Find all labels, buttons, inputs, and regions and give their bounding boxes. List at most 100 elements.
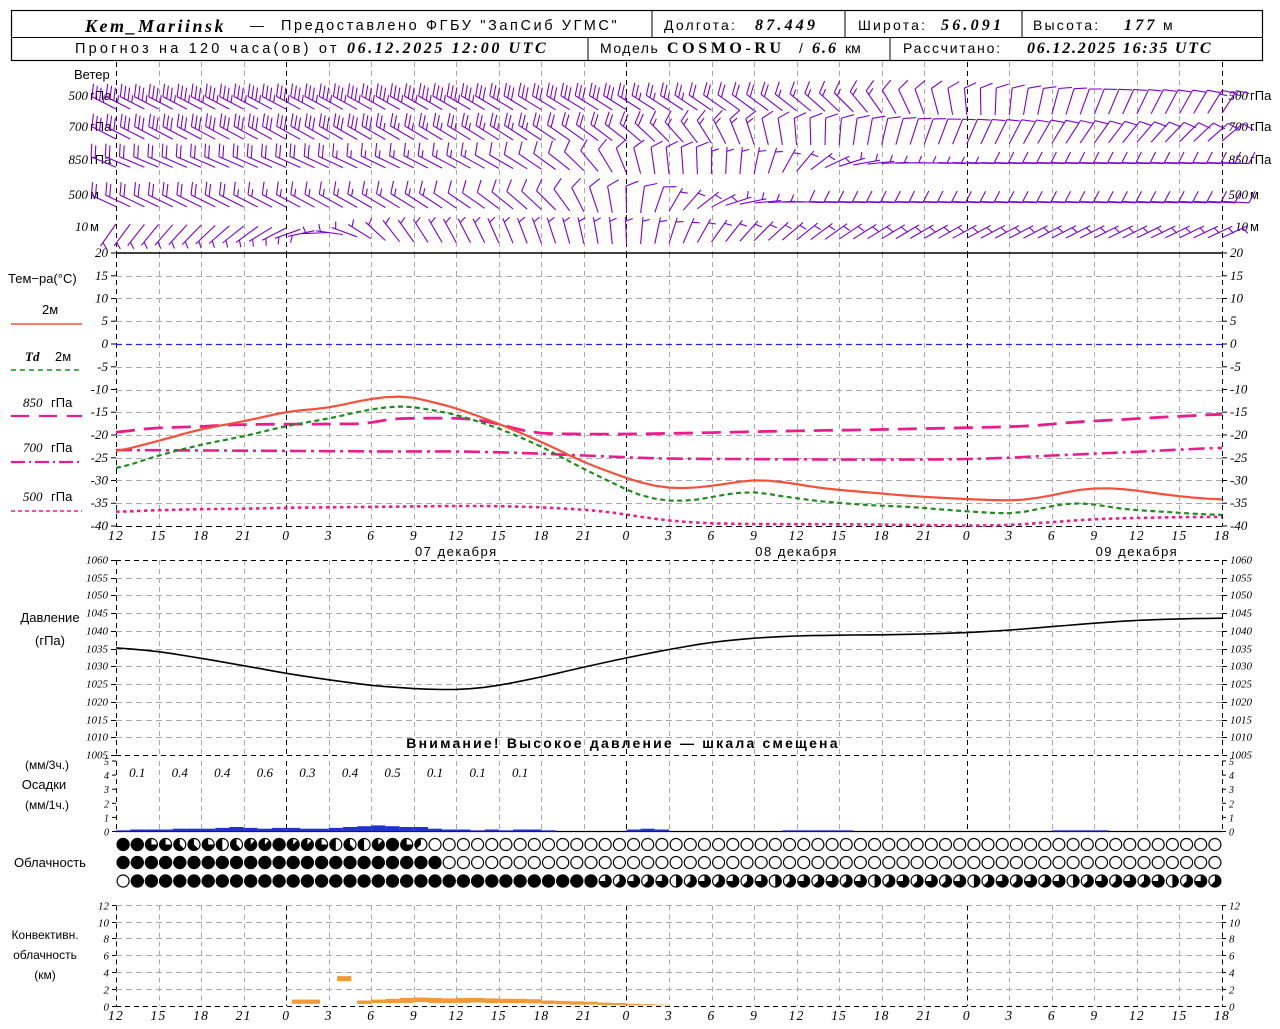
svg-text:1045: 1045 <box>86 608 109 620</box>
svg-text:3: 3 <box>1004 528 1013 543</box>
svg-text:—: — <box>250 17 264 33</box>
svg-text:м: м <box>90 219 99 234</box>
svg-text:м: м <box>1250 187 1259 202</box>
svg-text:21: 21 <box>916 528 932 543</box>
svg-text:12: 12 <box>1129 1008 1145 1023</box>
svg-text:Ветер: Ветер <box>74 67 110 82</box>
svg-text:15: 15 <box>95 268 109 283</box>
svg-text:(мм/1ч.): (мм/1ч.) <box>25 798 69 812</box>
svg-text:гПа: гПа <box>1250 88 1272 103</box>
svg-text:Kem_Mariinsk: Kem_Mariinsk <box>84 16 226 36</box>
svg-text:1015: 1015 <box>86 715 109 727</box>
svg-text:20: 20 <box>95 245 109 260</box>
svg-text:0: 0 <box>282 1008 290 1023</box>
svg-text:15: 15 <box>831 1008 847 1023</box>
svg-text:5: 5 <box>104 757 109 768</box>
svg-text:56.091: 56.091 <box>941 17 1004 34</box>
svg-text:1025: 1025 <box>1230 679 1253 691</box>
svg-text:18: 18 <box>193 528 209 543</box>
svg-text:1: 1 <box>1229 813 1234 824</box>
svg-text:Внимание! Высокое давление — ш: Внимание! Высокое давление — шкала смеще… <box>406 735 839 751</box>
svg-text:-30: -30 <box>91 473 109 488</box>
svg-text:м: м <box>1250 219 1259 234</box>
svg-text:3: 3 <box>103 785 109 796</box>
svg-text:2: 2 <box>104 985 110 997</box>
svg-text:Тем−ра(°C): Тем−ра(°C) <box>8 271 77 286</box>
svg-text:/: / <box>799 40 803 56</box>
svg-text:гПа: гПа <box>1250 119 1272 134</box>
svg-text:1040: 1040 <box>1230 626 1253 638</box>
svg-text:0.4: 0.4 <box>172 765 189 780</box>
svg-text:6: 6 <box>104 951 110 963</box>
svg-text:-20: -20 <box>1230 427 1248 442</box>
svg-text:500: 500 <box>23 489 43 504</box>
svg-text:21: 21 <box>576 1008 592 1023</box>
svg-text:6: 6 <box>708 1008 716 1023</box>
svg-text:Высота:: Высота: <box>1033 17 1100 33</box>
svg-text:18: 18 <box>533 528 549 543</box>
svg-text:1035: 1035 <box>86 644 109 656</box>
svg-text:08 декабря: 08 декабря <box>755 544 838 559</box>
svg-text:0: 0 <box>104 828 109 839</box>
svg-text:700: 700 <box>23 440 43 455</box>
svg-text:1: 1 <box>104 813 109 824</box>
svg-text:700: 700 <box>1229 119 1249 134</box>
svg-text:(гПа): (гПа) <box>35 633 65 648</box>
svg-text:3: 3 <box>664 1008 673 1023</box>
svg-text:6.6: 6.6 <box>812 40 838 57</box>
svg-text:1055: 1055 <box>86 573 109 585</box>
svg-text:0: 0 <box>1230 336 1237 351</box>
svg-text:15: 15 <box>1230 268 1244 283</box>
svg-text:850: 850 <box>69 152 89 167</box>
svg-text:6: 6 <box>1229 951 1235 963</box>
svg-text:гПа: гПа <box>51 395 73 410</box>
svg-text:21: 21 <box>236 1008 252 1023</box>
svg-text:18: 18 <box>874 1008 890 1023</box>
svg-text:2м: 2м <box>42 302 58 317</box>
svg-text:12: 12 <box>1229 901 1241 913</box>
svg-text:10: 10 <box>1229 918 1241 930</box>
svg-text:18: 18 <box>533 1008 549 1023</box>
svg-text:15: 15 <box>151 1008 167 1023</box>
svg-text:0: 0 <box>282 528 290 543</box>
svg-text:4: 4 <box>104 968 110 980</box>
svg-text:87.449: 87.449 <box>755 17 818 34</box>
svg-text:-15: -15 <box>1230 404 1248 419</box>
svg-text:15: 15 <box>1172 1008 1188 1023</box>
svg-text:12: 12 <box>1129 528 1145 543</box>
svg-text:15: 15 <box>831 528 847 543</box>
svg-text:1045: 1045 <box>1230 608 1253 620</box>
svg-text:Прогноз на 120 часа(ов) от: Прогноз на 120 часа(ов) от <box>75 41 340 57</box>
svg-text:18: 18 <box>1214 528 1230 543</box>
svg-text:6: 6 <box>367 528 375 543</box>
svg-text:8: 8 <box>104 934 110 946</box>
svg-text:1015: 1015 <box>1230 715 1253 727</box>
svg-text:COSMO-RU: COSMO-RU <box>667 40 785 57</box>
svg-text:Рассчитано:: Рассчитано: <box>903 40 1002 56</box>
svg-text:10: 10 <box>75 219 89 234</box>
svg-text:1010: 1010 <box>1230 732 1253 744</box>
svg-text:Конвективн.: Конвективн. <box>11 928 78 942</box>
svg-text:1055: 1055 <box>1230 573 1253 585</box>
svg-text:9: 9 <box>1090 1008 1098 1023</box>
svg-text:3: 3 <box>324 1008 333 1023</box>
svg-text:18: 18 <box>193 1008 209 1023</box>
svg-text:(мм/3ч.): (мм/3ч.) <box>25 758 69 772</box>
svg-text:6: 6 <box>367 1008 375 1023</box>
svg-text:-25: -25 <box>1230 450 1248 465</box>
svg-text:гПа: гПа <box>51 489 73 504</box>
svg-text:700: 700 <box>69 119 89 134</box>
svg-text:9: 9 <box>410 1008 418 1023</box>
svg-text:-5: -5 <box>97 359 108 374</box>
svg-text:12: 12 <box>789 1008 805 1023</box>
svg-text:9: 9 <box>410 528 418 543</box>
svg-text:3: 3 <box>1004 1008 1013 1023</box>
svg-text:10: 10 <box>95 291 109 306</box>
svg-text:1030: 1030 <box>86 661 109 673</box>
svg-text:0: 0 <box>623 528 631 543</box>
svg-text:09 декабря: 09 декабря <box>1096 544 1179 559</box>
svg-text:18: 18 <box>1214 1008 1230 1023</box>
svg-text:3: 3 <box>664 528 673 543</box>
svg-text:Td: Td <box>25 349 40 364</box>
svg-text:0.5: 0.5 <box>384 765 401 780</box>
